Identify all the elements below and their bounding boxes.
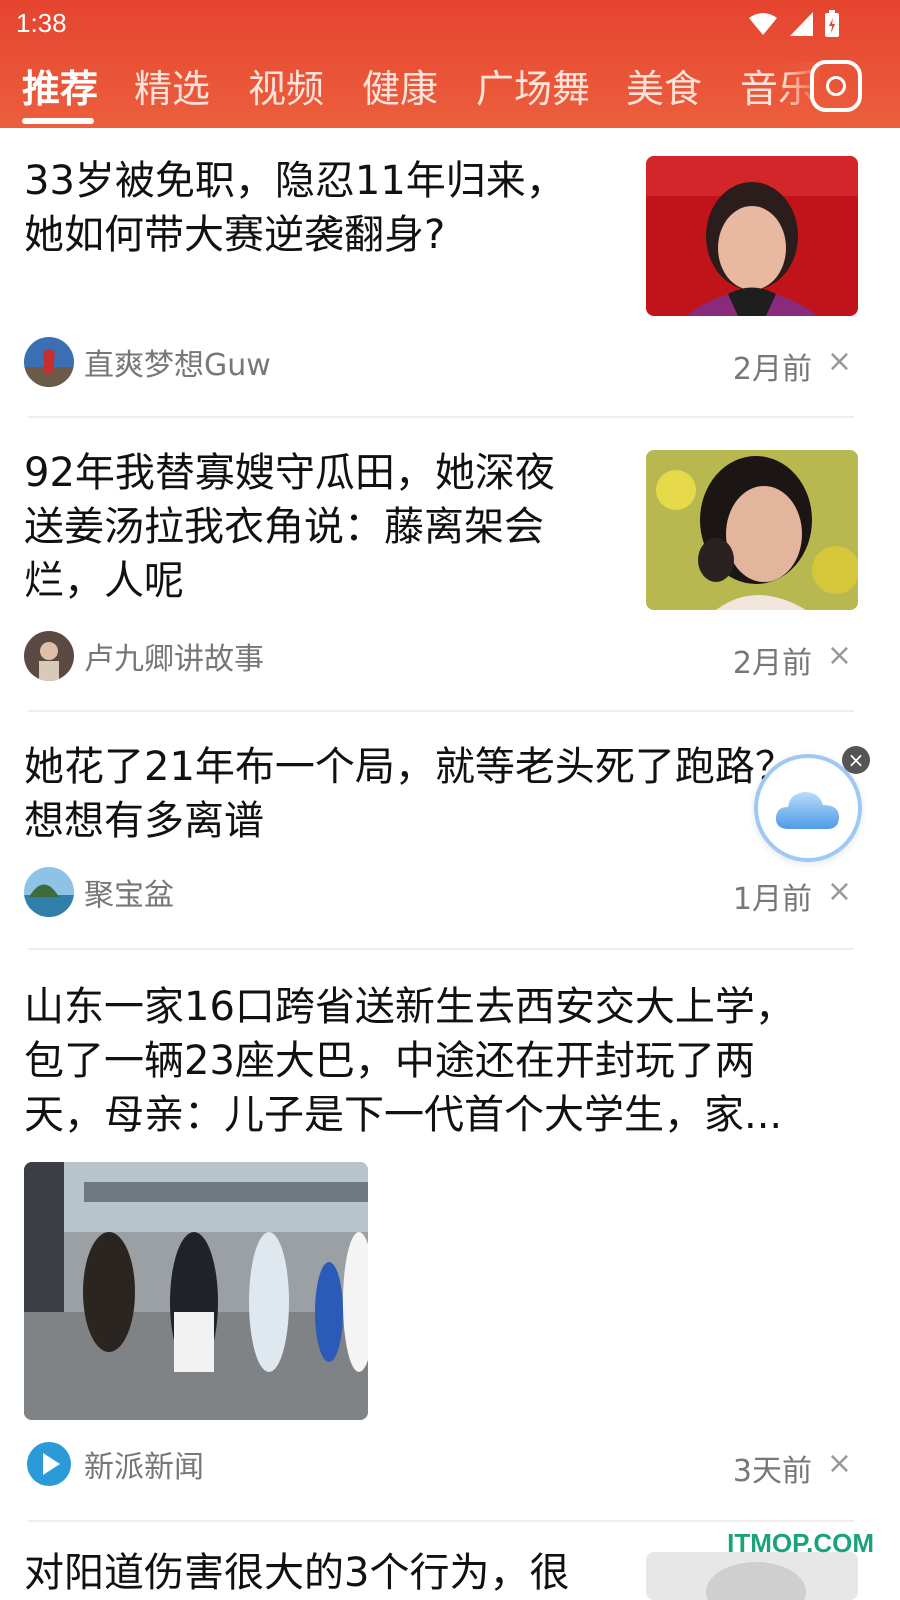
watermark: ITMOP.COM xyxy=(727,1528,874,1558)
tab-video[interactable]: 视频 xyxy=(248,62,324,116)
divider xyxy=(28,948,854,950)
tab-health[interactable]: 健康 xyxy=(362,62,438,116)
publish-time: 2月前 xyxy=(732,646,812,681)
author-avatar[interactable] xyxy=(24,867,74,917)
close-floating-widget-icon[interactable]: × xyxy=(842,746,870,774)
author-avatar[interactable] xyxy=(24,631,74,681)
article-thumbnail[interactable] xyxy=(646,450,858,610)
author-avatar[interactable] xyxy=(24,1439,74,1489)
tab-square-dance[interactable]: 广场舞 xyxy=(476,62,590,116)
article-title[interactable]: 33岁被免职，隐忍11年归来， 她如何带大赛逆袭翻身? xyxy=(24,154,566,262)
dismiss-icon[interactable]: × xyxy=(827,874,852,909)
tab-featured[interactable]: 精选 xyxy=(134,62,210,116)
publish-time: 3天前 xyxy=(732,1454,812,1489)
article-meta: 聚宝盆 xyxy=(24,866,174,918)
status-time: 1:38 xyxy=(16,8,67,38)
author-name[interactable]: 聚宝盆 xyxy=(84,870,174,914)
divider xyxy=(28,710,854,712)
tab-food[interactable]: 美食 xyxy=(626,62,702,116)
article-card[interactable]: 33岁被免职，隐忍11年归来， 她如何带大赛逆袭翻身? 直爽梦想Guw 2月前 … xyxy=(0,128,900,418)
publish-time: 1月前 xyxy=(732,882,812,917)
divider xyxy=(28,416,854,418)
article-card[interactable]: 92年我替寡嫂守瓜田，她深夜 送姜汤拉我衣角说：藤离架会 烂，人呢 卢九卿讲故事… xyxy=(0,422,900,712)
author-name[interactable]: 卢九卿讲故事 xyxy=(84,634,264,678)
news-feed: 33岁被免职，隐忍11年归来， 她如何带大赛逆袭翻身? 直爽梦想Guw 2月前 … xyxy=(0,128,900,1600)
article-thumbnail[interactable] xyxy=(646,1552,858,1600)
article-meta: 新派新闻 xyxy=(24,1438,204,1490)
channel-settings-icon[interactable] xyxy=(810,60,862,112)
battery-icon xyxy=(825,10,839,37)
article-title[interactable]: 92年我替寡嫂守瓜田，她深夜 送姜汤拉我衣角说：藤离架会 烂，人呢 xyxy=(24,446,555,608)
wifi-icon xyxy=(749,13,777,35)
cloud-icon xyxy=(775,792,839,829)
signal-icon xyxy=(790,12,813,36)
article-title[interactable]: 对阳道伤害很大的3个行为，很 xyxy=(24,1546,569,1600)
active-tab-indicator xyxy=(22,118,94,124)
article-meta: 直爽梦想Guw xyxy=(24,336,271,388)
author-name[interactable]: 直爽梦想Guw xyxy=(84,340,271,384)
app-header: 1:38 推荐 精选 视频 健康 广场舞 美食 音乐 xyxy=(0,0,900,128)
author-avatar[interactable] xyxy=(24,337,74,387)
tab-recommend[interactable]: 推荐 xyxy=(22,62,98,116)
dismiss-icon[interactable]: × xyxy=(827,344,852,379)
article-thumbnail[interactable] xyxy=(646,156,858,316)
article-title[interactable]: 山东一家16口跨省送新生去西安交大上学， 包了一辆23座大巴，中途还在开封玩了两… xyxy=(24,980,795,1142)
article-card[interactable]: 山东一家16口跨省送新生去西安交大上学， 包了一辆23座大巴，中途还在开封玩了两… xyxy=(0,956,900,1526)
article-meta: 卢九卿讲故事 xyxy=(24,630,264,682)
dismiss-icon[interactable]: × xyxy=(827,638,852,673)
divider xyxy=(28,1520,854,1522)
author-name[interactable]: 新派新闻 xyxy=(84,1442,204,1486)
dismiss-icon[interactable]: × xyxy=(827,1446,852,1481)
article-title[interactable]: 她花了21年布一个局，就等老头死了跑路？ 想想有多离谱 xyxy=(24,740,795,848)
channel-tabs: 推荐 精选 视频 健康 广场舞 美食 音乐 xyxy=(0,62,820,124)
publish-time: 2月前 xyxy=(732,352,812,387)
status-icons xyxy=(748,8,840,40)
article-image[interactable] xyxy=(24,1162,368,1420)
